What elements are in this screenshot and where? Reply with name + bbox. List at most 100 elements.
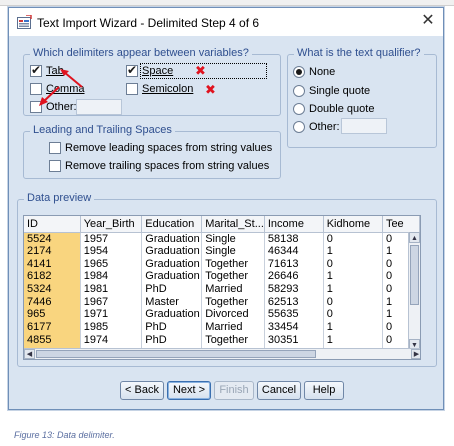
scroll-up-icon[interactable]: ▲: [409, 232, 420, 243]
table-row: 7446 1967 Master Together 62513 0 1: [24, 295, 420, 309]
title-bar: Text Import Wizard - Delimited Step 4 of…: [9, 8, 443, 36]
data-preview-grid[interactable]: ID Year_Birth Education Marital_St... In…: [23, 215, 421, 360]
table-cell: PhD: [141, 333, 203, 347]
back-button-label: < Back: [125, 384, 159, 396]
table-cell: 1: [323, 282, 383, 296]
horizontal-scroll-thumb[interactable]: [36, 350, 316, 358]
id-cell: 6182: [24, 270, 81, 283]
column-header[interactable]: Marital_St...: [201, 216, 265, 233]
table-cell: Married: [201, 282, 265, 296]
column-header[interactable]: Kidhome: [323, 216, 383, 233]
qualifier-none-radio[interactable]: None: [293, 66, 335, 78]
tab-check-box[interactable]: [30, 63, 42, 77]
close-icon[interactable]: ✕: [415, 10, 441, 32]
table-row: 6182 1984 Graduation Together 26646 1 0: [24, 270, 420, 283]
id-cell: 6177: [24, 320, 81, 334]
table-cell: Graduation: [141, 257, 203, 271]
text-import-wizard-dialog: Text Import Wizard - Delimited Step 4 of…: [8, 7, 444, 410]
space-check-box[interactable]: [126, 63, 138, 77]
horizontal-scrollbar[interactable]: ◀ ▶: [24, 348, 420, 359]
table-cell: 1: [323, 320, 383, 334]
id-cell: 4855: [24, 333, 81, 347]
finish-button: Finish: [214, 381, 254, 400]
table-cell: PhD: [141, 282, 203, 296]
semicolon-label: Semicolon: [142, 83, 194, 95]
remove-leading-check-box[interactable]: [49, 142, 61, 154]
table-cell: Master: [141, 295, 203, 309]
spss-wizard-icon: [17, 15, 32, 29]
red-x-mark-semicolon: ✖: [205, 83, 216, 98]
column-header[interactable]: Year_Birth: [80, 216, 143, 233]
table-cell: 0: [323, 257, 383, 271]
window-title: Text Import Wizard - Delimited Step 4 of…: [37, 16, 260, 30]
scroll-right-icon[interactable]: ▶: [411, 349, 420, 359]
table-row: 965 1971 Graduation Divorced 55635 0 1: [24, 308, 420, 321]
table-cell: PhD: [141, 320, 203, 334]
qualifier-other-radio[interactable]: Other:: [293, 121, 340, 133]
remove-leading-checkbox[interactable]: Remove leading spaces from string values: [49, 142, 272, 154]
table-cell: 1967: [80, 295, 143, 309]
table-cell: 0: [323, 308, 383, 321]
qualifier-other-radio-dot[interactable]: [293, 121, 305, 133]
qualifier-none-radio-dot[interactable]: [293, 66, 305, 78]
table-cell: 1985: [80, 320, 143, 334]
qualifier-double-quote-label: Double quote: [309, 103, 375, 115]
cancel-button-label: Cancel: [261, 384, 297, 396]
remove-trailing-checkbox[interactable]: Remove trailing spaces from string value…: [49, 160, 269, 172]
table-row: 5524 1957 Graduation Single 58138 0 0: [24, 232, 420, 245]
help-button-label: Help: [312, 384, 336, 396]
semicolon-check-box[interactable]: [126, 83, 138, 95]
qualifier-double-quote-radio-dot[interactable]: [293, 103, 305, 115]
qualifier-single-quote-radio[interactable]: Single quote: [293, 85, 370, 97]
table-cell: Single: [201, 244, 265, 258]
table-cell: 26646: [264, 270, 324, 283]
semicolon-checkbox[interactable]: Semicolon: [126, 83, 193, 95]
text-qualifier-legend: What is the text qualifier?: [294, 47, 424, 59]
delimiters-legend: Which delimiters appear between variable…: [30, 47, 252, 59]
id-cell: 7446: [24, 295, 81, 309]
qualifier-other-input[interactable]: [341, 118, 387, 134]
table-cell: 0: [323, 232, 383, 245]
remove-trailing-check-box[interactable]: [49, 160, 61, 172]
next-button-label: Next >: [172, 384, 206, 396]
qualifier-double-quote-radio[interactable]: Double quote: [293, 103, 374, 115]
table-cell: 1971: [80, 308, 143, 321]
red-x-mark-space: ✖: [195, 64, 206, 79]
table-cell: 1984: [80, 270, 143, 283]
id-cell: 965: [24, 308, 81, 321]
scroll-left-icon[interactable]: ◀: [24, 349, 35, 359]
table-cell: 58138: [264, 232, 324, 245]
help-button[interactable]: Help: [304, 381, 344, 400]
table-cell: 55635: [264, 308, 324, 321]
data-preview-table: ID Year_Birth Education Marital_St... In…: [24, 216, 420, 359]
table-row: 4141 1965 Graduation Together 71613 0 0: [24, 257, 420, 271]
background-window-strip: [0, 0, 454, 6]
qualifier-none-label: None: [309, 66, 336, 78]
column-header[interactable]: ID: [24, 216, 81, 233]
cancel-button[interactable]: Cancel: [257, 381, 301, 400]
table-cell: 30351: [264, 333, 324, 347]
table-cell: 71613: [264, 257, 324, 271]
table-row: 6177 1985 PhD Married 33454 1 0: [24, 320, 420, 334]
table-cell: Together: [201, 257, 265, 271]
table-cell: 1954: [80, 244, 143, 258]
table-cell: Graduation: [141, 232, 203, 245]
table-cell: Graduation: [141, 270, 203, 283]
finish-button-label: Finish: [219, 384, 249, 396]
id-cell: 2174: [24, 244, 81, 258]
table-cell: Married: [201, 320, 265, 334]
table-cell: 33454: [264, 320, 324, 334]
vertical-scroll-thumb[interactable]: [410, 245, 419, 305]
column-header[interactable]: Tee: [382, 216, 420, 233]
other-delimiter-input[interactable]: [76, 99, 122, 115]
back-button[interactable]: < Back: [120, 381, 164, 400]
vertical-scrollbar[interactable]: ▲ ▼: [408, 232, 420, 350]
table-cell: Graduation: [141, 244, 203, 258]
column-header[interactable]: Education: [141, 216, 203, 233]
table-cell: 1: [323, 270, 383, 283]
table-row: 4855 1974 PhD Together 30351 1 0: [24, 333, 420, 347]
id-cell: 4141: [24, 257, 81, 271]
column-header[interactable]: Income: [264, 216, 324, 233]
qualifier-single-quote-radio-dot[interactable]: [293, 85, 305, 97]
next-button[interactable]: Next >: [167, 381, 211, 400]
